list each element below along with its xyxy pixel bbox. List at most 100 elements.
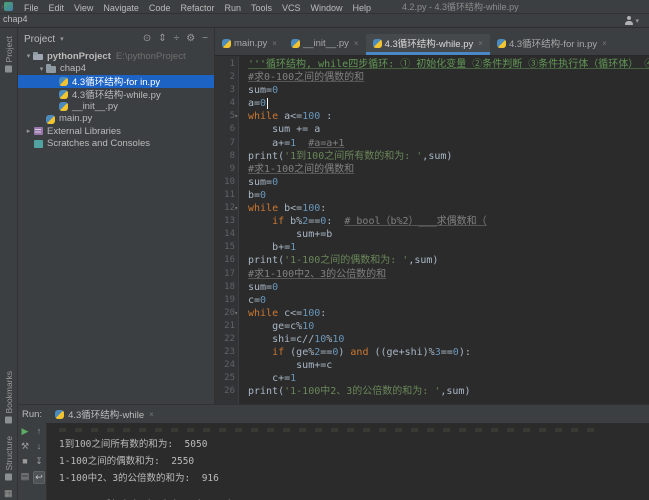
bookmarks-icon (6, 417, 13, 424)
code-line: a=0 (248, 97, 649, 110)
run-widget[interactable]: ▾ (624, 16, 639, 25)
tree-item-scratches[interactable]: Scratches and Consoles (18, 138, 214, 151)
lib-icon (33, 126, 43, 136)
menu-run[interactable]: Run (219, 3, 246, 13)
tree-item-chap4[interactable]: ▾ chap4 (18, 63, 214, 76)
tool-window-button-bookmarks[interactable]: Bookmarks (4, 371, 14, 424)
line-number[interactable]: 11 (215, 189, 235, 202)
line-number[interactable]: 6 (215, 123, 235, 136)
close-icon[interactable]: × (602, 39, 607, 48)
breadcrumb-item-chap4[interactable]: chap4 (0, 14, 102, 24)
chevron-icon[interactable]: ▾ (24, 52, 33, 60)
line-number[interactable]: 25 (215, 372, 235, 385)
line-number[interactable]: 15 (215, 241, 235, 254)
close-icon[interactable]: × (272, 39, 277, 48)
menu-refactor[interactable]: Refactor (175, 3, 219, 13)
user-icon[interactable] (624, 16, 633, 25)
tree-item-init-py[interactable]: __init__.py (18, 100, 214, 113)
close-icon[interactable]: × (354, 39, 359, 48)
line-number[interactable]: 21 (215, 320, 235, 333)
run-panel-header: Run: 4.3循环结构-while× (18, 405, 649, 423)
tree-item-label: 4.3循环结构-while.py (72, 87, 161, 101)
code-line: #求1-100之间的偶数和 (248, 163, 649, 176)
menu-vcs[interactable]: VCS (277, 3, 306, 13)
soft-wrap-icon[interactable]: ↩ (33, 471, 45, 484)
line-number[interactable]: 22 (215, 333, 235, 346)
code-editor[interactable]: '''循环结构, while四步循环: ① 初始化变量 ②条件判断 ③条件执行体… (239, 56, 649, 404)
line-number[interactable]: 12▾ (215, 202, 235, 215)
line-number[interactable]: 16 (215, 254, 235, 267)
editor-tab-init-py[interactable]: __init__.py× (284, 34, 366, 55)
hide-icon[interactable]: − (202, 33, 208, 45)
line-number[interactable]: 23 (215, 346, 235, 359)
expand-all-icon[interactable]: ⇕ (158, 33, 166, 45)
scroll-end-icon[interactable]: ↧ (33, 456, 45, 467)
menu-code[interactable]: Code (144, 3, 176, 13)
tool-window-button-structure[interactable]: Structure (4, 436, 14, 481)
line-number[interactable]: 20▾ (215, 307, 235, 320)
line-number[interactable]: 19 (215, 294, 235, 307)
chevron-down-icon[interactable]: ▾ (635, 17, 639, 25)
tree-item-main-py[interactable]: main.py (18, 113, 214, 126)
tree-item-hint: E:\pythonProject (116, 51, 186, 62)
editor-tab-for-in-py[interactable]: 4.3循环结构-for in.py× (490, 34, 614, 55)
py-file-icon (497, 39, 506, 48)
line-number[interactable]: 14 (215, 228, 235, 241)
up-arrow-icon[interactable]: ↑ (33, 426, 45, 437)
line-number[interactable]: 1 (215, 58, 235, 71)
editor-tab-while-py[interactable]: 4.3循环结构-while.py× (366, 34, 490, 55)
project-panel-title[interactable]: Project (24, 34, 55, 45)
close-icon[interactable]: × (149, 410, 154, 419)
tool-window-button-project[interactable]: Project (4, 36, 14, 72)
line-number[interactable]: 18 (215, 281, 235, 294)
menu-icon[interactable]: ▤ (19, 471, 31, 482)
line-number[interactable]: 26 (215, 385, 235, 398)
locate-icon[interactable]: ⊙ (143, 33, 151, 45)
close-icon[interactable]: × (478, 39, 483, 48)
console-line: 1到100之间所有数的和为: 5050 (59, 436, 649, 453)
code-line: sum=0 (248, 281, 649, 294)
wrench-icon[interactable]: ⚒ (19, 441, 31, 452)
chevron-icon[interactable]: ▾ (37, 65, 46, 73)
code-line: print('1-100之间的偶数和为: ',sum) (248, 254, 649, 267)
line-number[interactable]: 9 (215, 163, 235, 176)
project-toolbar: ⊙ ⇕ ÷ ⚙− (143, 33, 208, 45)
folder-root-icon (33, 51, 43, 61)
chevron-icon[interactable]: ▸ (24, 127, 33, 135)
line-number[interactable]: 5▾ (215, 110, 235, 123)
stop-icon[interactable]: ■ (19, 456, 31, 467)
code-line: sum+=b (248, 228, 649, 241)
chevron-down-icon[interactable]: ▾ (60, 35, 64, 43)
fold-arrow-icon[interactable]: ▾ (234, 110, 238, 123)
editor-gutter[interactable]: 12345▾6789101112▾1314151617181920▾212223… (215, 56, 239, 404)
window-switcher-icon[interactable]: ▦ (4, 489, 13, 498)
menu-window[interactable]: Window (306, 3, 348, 13)
settings-icon[interactable]: ⚙ (186, 33, 195, 45)
tree-item-label: chap4 (60, 63, 86, 74)
tree-item-python-project[interactable]: ▾pythonProjectE:\pythonProject (18, 50, 214, 63)
line-number[interactable]: 2 (215, 71, 235, 84)
editor-tab-main-py[interactable]: main.py× (215, 34, 284, 55)
down-arrow-icon[interactable]: ↓ (33, 441, 45, 452)
menu-tools[interactable]: Tools (246, 3, 277, 13)
line-number[interactable]: 13 (215, 215, 235, 228)
run-panel: Run: 4.3循环结构-while× ▶ ⚒ ■ ▤ ↑ ↓ ↧ ↩ 1到100之间所有数… (18, 404, 649, 500)
line-number[interactable]: 8 (215, 150, 235, 163)
line-number[interactable]: 24 (215, 359, 235, 372)
line-number[interactable]: 17 (215, 268, 235, 281)
line-number[interactable]: 7 (215, 137, 235, 150)
breadcrumb-label: chap4 (3, 14, 28, 24)
tree-item-external-libraries[interactable]: ▸External Libraries (18, 125, 214, 138)
menu-help[interactable]: Help (348, 3, 377, 13)
line-number[interactable]: 4 (215, 97, 235, 110)
fold-arrow-icon[interactable]: ▾ (234, 307, 238, 320)
fold-arrow-icon[interactable]: ▾ (234, 202, 238, 215)
menu-navigate[interactable]: Navigate (98, 3, 144, 13)
line-number[interactable]: 3 (215, 84, 235, 97)
line-number[interactable]: 10 (215, 176, 235, 189)
run-tab[interactable]: 4.3循环结构-while× (50, 405, 159, 423)
rerun-icon[interactable]: ▶ (19, 426, 31, 437)
tree-item-while-py[interactable]: 4.3循环结构-while.py (18, 88, 214, 101)
tree-item-for-in-py[interactable]: 4.3循环结构-for in.py (18, 75, 214, 88)
collapse-all-icon[interactable]: ÷ (174, 33, 180, 45)
